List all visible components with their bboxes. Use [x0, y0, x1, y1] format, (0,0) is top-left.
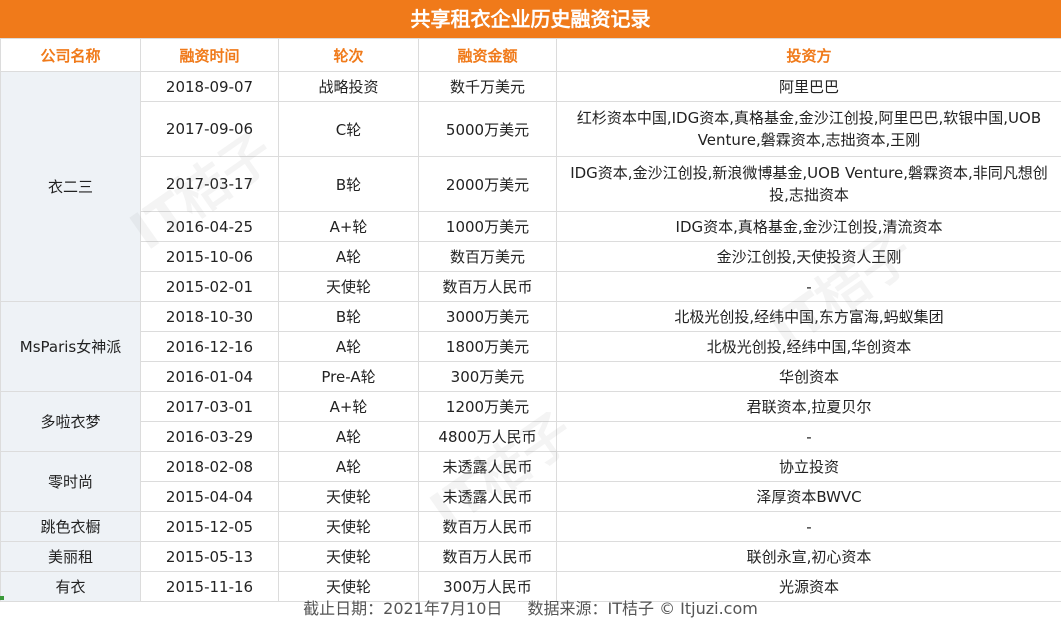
amount-cell: 300万美元	[418, 361, 557, 392]
round-cell: 天使轮	[278, 541, 419, 572]
table-row: 2015-10-06 A轮 数百万美元 金沙江创投,天使投资人王刚	[1, 241, 1061, 272]
investors-cell: 泽厚资本BWVC	[556, 481, 1061, 512]
investors-cell: 君联资本,拉夏贝尔	[556, 391, 1061, 422]
amount-cell: 数千万美元	[418, 71, 557, 102]
date-cell: 2016-01-04	[140, 361, 279, 392]
table-row: 2016-03-29 A轮 4800万人民币 -	[1, 421, 1061, 452]
round-cell: A轮	[278, 241, 419, 272]
table-row: 跳色衣橱 2015-12-05 天使轮 数百万人民币 -	[0, 511, 1061, 542]
table-header-row: 公司名称 融资时间 轮次 融资金额 投资方	[0, 38, 1061, 72]
column-header-date: 融资时间	[140, 38, 279, 72]
amount-cell: 5000万美元	[418, 101, 557, 157]
round-cell: B轮	[278, 156, 419, 212]
amount-cell: 未透露人民币	[418, 481, 557, 512]
table-row: 2015-02-01 天使轮 数百万人民币 -	[1, 271, 1061, 302]
company-name-cell: 零时尚	[0, 451, 141, 512]
round-cell: 天使轮	[278, 481, 419, 512]
date-cell: 2015-10-06	[140, 241, 279, 272]
date-cell: 2018-10-30	[140, 301, 279, 332]
table-row: 零时尚 2018-02-08 A轮 未透露人民币 协立投资	[0, 451, 1061, 512]
table-body: 衣二三 2018-09-07 战略投资 数千万美元 阿里巴巴 2017-09-06 C轮 50…	[0, 71, 1061, 602]
date-cell: 2015-12-05	[140, 511, 279, 542]
amount-cell: 数百万人民币	[418, 511, 557, 542]
page-title: 共享租衣企业历史融资记录	[0, 0, 1061, 38]
table-row: 2015-04-04 天使轮 未透露人民币 泽厚资本BWVC	[1, 481, 1061, 512]
date-cell: 2015-02-01	[140, 271, 279, 302]
date-cell: 2016-04-25	[140, 211, 279, 242]
investors-cell: 联创永宣,初心资本	[556, 541, 1061, 572]
date-cell: 2018-02-08	[140, 451, 279, 482]
amount-cell: 未透露人民币	[418, 451, 557, 482]
investors-cell: 协立投资	[556, 451, 1061, 482]
amount-cell: 1200万美元	[418, 391, 557, 422]
amount-cell: 数百万人民币	[418, 541, 557, 572]
amount-cell: 1000万美元	[418, 211, 557, 242]
round-cell: A轮	[278, 421, 419, 452]
investors-cell: 华创资本	[556, 361, 1061, 392]
investors-cell: -	[556, 421, 1061, 452]
round-cell: A+轮	[278, 391, 419, 422]
amount-cell: 数百万美元	[418, 241, 557, 272]
table-row: 2016-04-25 A+轮 1000万美元 IDG资本,真格基金,金沙江创投,清流资…	[1, 211, 1061, 242]
investors-cell: -	[556, 271, 1061, 302]
date-cell: 2017-03-17	[140, 156, 279, 212]
date-cell: 2016-12-16	[140, 331, 279, 362]
round-cell: B轮	[278, 301, 419, 332]
company-name-cell: 衣二三	[0, 71, 141, 302]
table-row: 2016-12-16 A轮 1800万美元 北极光创投,经纬中国,华创资本	[1, 331, 1061, 362]
investors-cell: 阿里巴巴	[556, 71, 1061, 102]
cutoff-date: 截止日期：2021年7月10日	[303, 599, 503, 618]
round-cell: 天使轮	[278, 511, 419, 542]
amount-cell: 3000万美元	[418, 301, 557, 332]
round-cell: C轮	[278, 101, 419, 157]
amount-cell: 1800万美元	[418, 331, 557, 362]
date-cell: 2016-03-29	[140, 421, 279, 452]
table-row: 多啦衣梦 2017-03-01 A+轮 1200万美元 君联资本,拉夏贝尔	[0, 391, 1061, 452]
table-row: MsParis女神派 2018-10-30 B轮 3000万美元 北极光创投,经纬中国,…	[0, 301, 1061, 392]
amount-cell: 2000万美元	[418, 156, 557, 212]
table-row: 2017-03-17 B轮 2000万美元 IDG资本,金沙江创投,新浪微博基金,UO…	[1, 156, 1061, 212]
round-cell: A+轮	[278, 211, 419, 242]
investors-cell: IDG资本,真格基金,金沙江创投,清流资本	[556, 211, 1061, 242]
date-cell: 2018-09-07	[140, 71, 279, 102]
date-cell: 2015-05-13	[140, 541, 279, 572]
investors-cell: 红杉资本中国,IDG资本,真格基金,金沙江创投,阿里巴巴,软银中国,UOB Ve…	[556, 101, 1061, 157]
data-source: 数据来源：IT桔子 © Itjuzi.com	[527, 599, 758, 618]
investors-cell: 金沙江创投,天使投资人王刚	[556, 241, 1061, 272]
column-header-amount: 融资金额	[418, 38, 557, 72]
round-cell: A轮	[278, 451, 419, 482]
investors-cell: -	[556, 511, 1061, 542]
date-cell: 2017-09-06	[140, 101, 279, 157]
investors-cell: 北极光创投,经纬中国,华创资本	[556, 331, 1061, 362]
table-row: 2016-01-04 Pre-A轮 300万美元 华创资本	[1, 361, 1061, 392]
company-name-cell: MsParis女神派	[0, 301, 141, 392]
company-name-cell: 美丽租	[0, 541, 141, 572]
date-cell: 2017-03-01	[140, 391, 279, 422]
column-header-round: 轮次	[278, 38, 419, 72]
round-cell: Pre-A轮	[278, 361, 419, 392]
amount-cell: 数百万人民币	[418, 271, 557, 302]
footer: 截止日期：2021年7月10日 数据来源：IT桔子 © Itjuzi.com	[0, 594, 1061, 624]
round-cell: 战略投资	[278, 71, 419, 102]
table-row: 2017-09-06 C轮 5000万美元 红杉资本中国,IDG资本,真格基金,金沙江…	[1, 101, 1061, 157]
investors-cell: IDG资本,金沙江创投,新浪微博基金,UOB Venture,磐霖资本,非同凡想…	[556, 156, 1061, 212]
round-cell: 天使轮	[278, 271, 419, 302]
investors-cell: 北极光创投,经纬中国,东方富海,蚂蚁集团	[556, 301, 1061, 332]
date-cell: 2015-04-04	[140, 481, 279, 512]
company-name-cell: 跳色衣橱	[0, 511, 141, 542]
funding-table: 公司名称 融资时间 轮次 融资金额 投资方 衣二三 2018-09-07 战略投资数…	[0, 38, 1061, 602]
company-name-cell: 多啦衣梦	[0, 391, 141, 452]
table-row: 衣二三 2018-09-07 战略投资 数千万美元 阿里巴巴	[0, 71, 1061, 302]
column-header-company: 公司名称	[0, 38, 141, 72]
table-row: 美丽租 2015-05-13 天使轮 数百万人民币 联创永宣,初心资本	[0, 541, 1061, 572]
amount-cell: 4800万人民币	[418, 421, 557, 452]
round-cell: A轮	[278, 331, 419, 362]
column-header-investors: 投资方	[556, 38, 1061, 72]
